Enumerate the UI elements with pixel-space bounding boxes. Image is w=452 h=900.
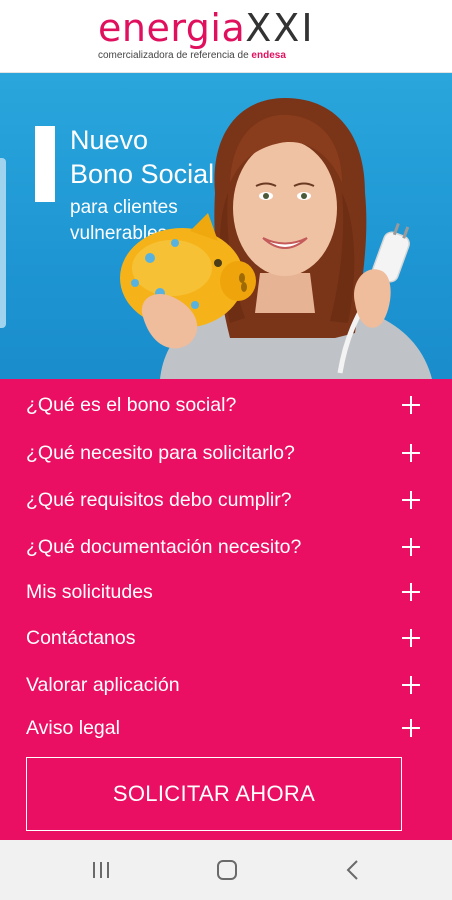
menu-item-label: Aviso legal <box>26 717 120 739</box>
plus-icon[interactable] <box>400 718 422 740</box>
menu-item-label: ¿Qué necesito para solicitarlo? <box>26 442 295 464</box>
bono-social-banner: Nuevo Bono Social para clientes vulnerab… <box>0 73 452 379</box>
carousel-edge-indicator <box>0 158 6 328</box>
logo-energia-text: energia <box>98 6 246 50</box>
logo-tagline-brand: endesa <box>251 50 286 61</box>
woman-with-piggy-bank-photo <box>120 98 432 379</box>
system-navigation-bar <box>0 840 452 900</box>
plus-icon[interactable] <box>400 395 422 417</box>
plus-icon[interactable] <box>400 537 422 559</box>
logo-tagline-text: comercializadora de referencia de <box>98 50 252 61</box>
menu-item-valorar[interactable]: Valorar aplicación <box>0 663 452 707</box>
bono-social-menu: ¿Qué es el bono social? ¿Qué necesito pa… <box>0 379 452 840</box>
menu-item-contactanos[interactable]: Contáctanos <box>0 616 452 660</box>
menu-item-aviso-legal[interactable]: Aviso legal <box>0 706 452 750</box>
menu-item-label: ¿Qué documentación necesito? <box>26 536 302 558</box>
menu-item-label: Mis solicitudes <box>26 581 153 603</box>
logo-tagline: comercializadora de referencia de endesa <box>98 50 286 62</box>
plus-icon[interactable] <box>400 675 422 697</box>
menu-item-requisitos[interactable]: ¿Qué requisitos debo cumplir? <box>0 478 452 522</box>
plus-icon[interactable] <box>400 628 422 650</box>
menu-item-label: Valorar aplicación <box>26 674 180 696</box>
menu-item-que-necesito[interactable]: ¿Qué necesito para solicitarlo? <box>0 431 452 475</box>
logo-wordmark: energiaXXI <box>98 8 315 49</box>
plus-icon[interactable] <box>400 582 422 604</box>
logo-xxi-text: XXI <box>245 6 315 50</box>
recent-apps-icon[interactable] <box>86 856 116 884</box>
plus-icon[interactable] <box>400 490 422 512</box>
menu-item-mis-solicitudes[interactable]: Mis solicitudes <box>0 570 452 614</box>
plus-icon[interactable] <box>400 443 422 465</box>
banner-accent-bar <box>35 126 55 202</box>
menu-item-label: ¿Qué requisitos debo cumplir? <box>26 489 292 511</box>
back-icon[interactable] <box>338 856 368 884</box>
menu-item-label: ¿Qué es el bono social? <box>26 394 237 416</box>
menu-item-que-es[interactable]: ¿Qué es el bono social? <box>0 383 452 427</box>
energia-xxi-logo: energiaXXI comercializadora de referenci… <box>98 8 358 68</box>
menu-item-label: Contáctanos <box>26 627 136 649</box>
solicitar-ahora-button[interactable]: SOLICITAR AHORA <box>26 757 402 831</box>
menu-item-documentacion[interactable]: ¿Qué documentación necesito? <box>0 525 452 569</box>
home-icon[interactable] <box>212 856 242 884</box>
app-header: energiaXXI comercializadora de referenci… <box>0 0 452 73</box>
